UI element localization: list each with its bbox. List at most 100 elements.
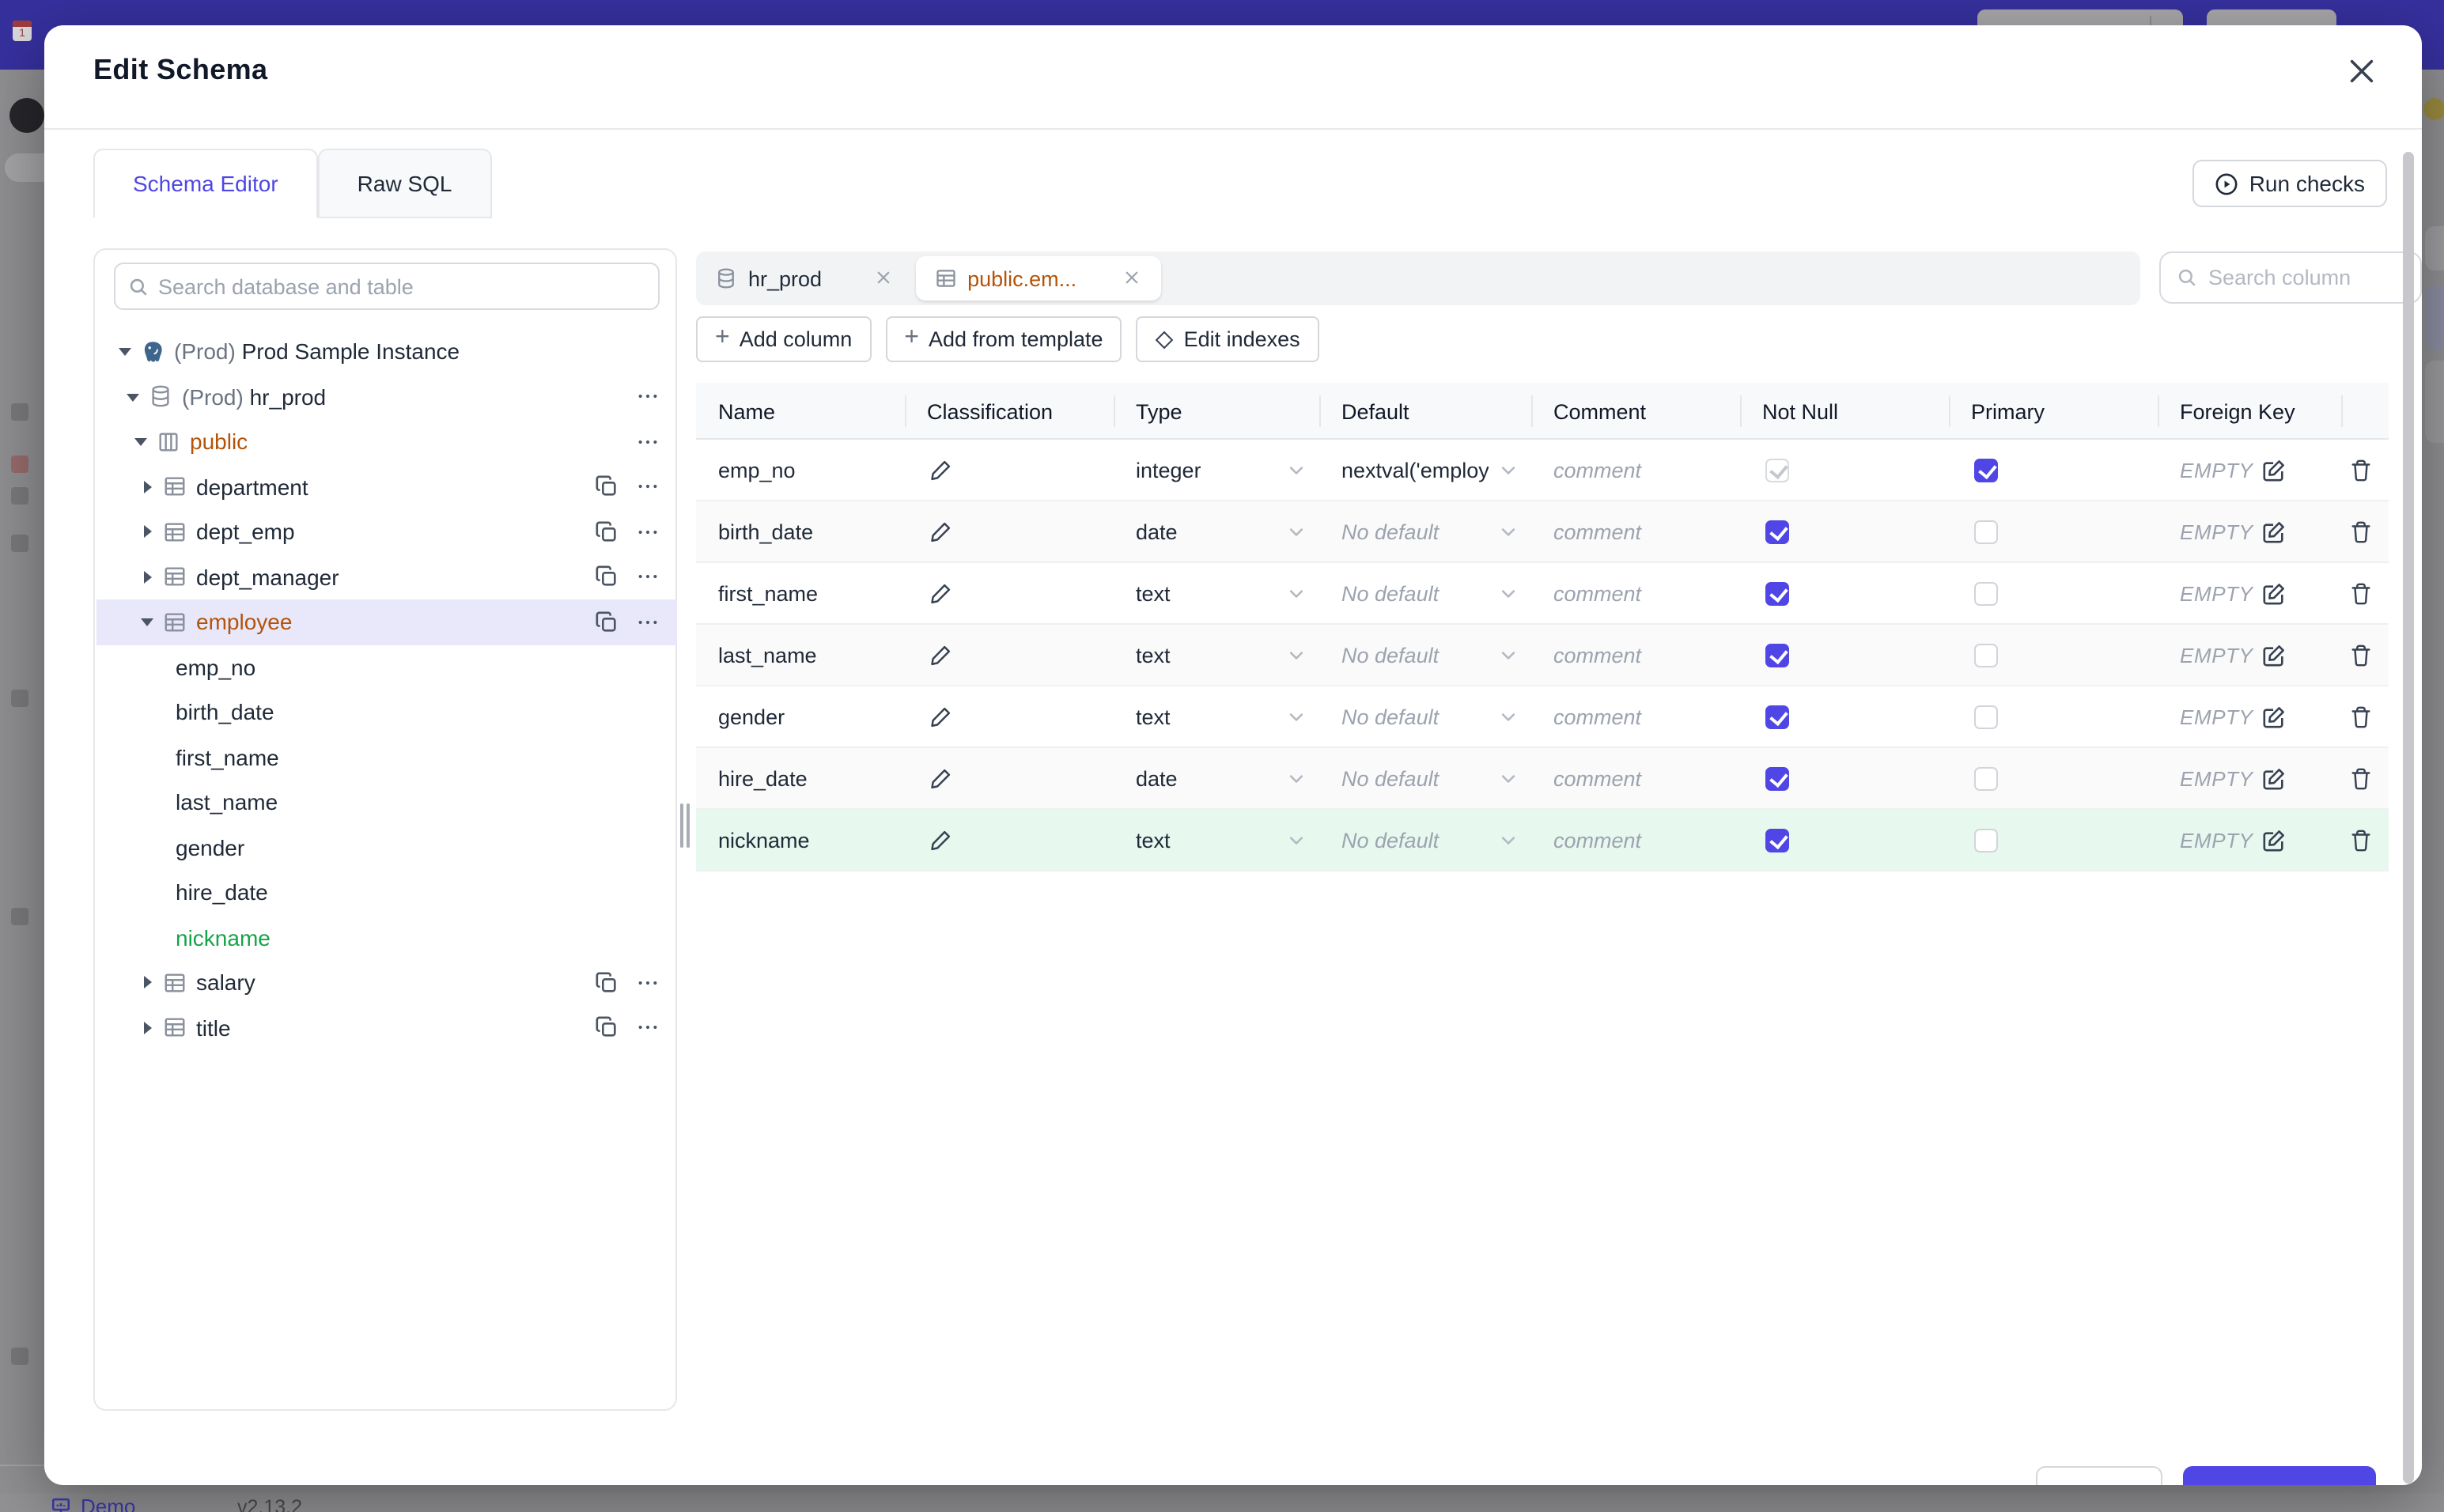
tree-item-salary[interactable]: salary: [96, 960, 677, 1005]
close-tab-icon[interactable]: [1122, 269, 1141, 288]
copy-icon[interactable]: [592, 473, 620, 501]
copy-icon[interactable]: [592, 518, 620, 546]
tree-item-gender[interactable]: gender: [96, 825, 677, 870]
tree-item-dept_manager[interactable]: dept_manager: [96, 554, 677, 599]
tree-item-title[interactable]: title: [96, 1005, 677, 1050]
expand-caret-icon[interactable]: [138, 568, 157, 587]
pencil-icon[interactable]: [927, 704, 952, 729]
add-column-button[interactable]: + Add column: [696, 316, 872, 362]
panel-resize-handle[interactable]: [680, 803, 691, 848]
default-select[interactable]: No default: [1319, 766, 1531, 790]
dialog-scrollbar[interactable]: [2403, 152, 2414, 1484]
run-checks-button[interactable]: Run checks: [2192, 160, 2387, 207]
collapse-caret-icon[interactable]: [123, 387, 142, 406]
tree-item-prod-sample-instance[interactable]: (Prod) Prod Sample Instance: [96, 329, 677, 374]
type-select[interactable]: text: [1114, 643, 1319, 667]
tree-item-dept_emp[interactable]: dept_emp: [96, 509, 677, 554]
copy-icon[interactable]: [592, 969, 620, 997]
tree-search-input[interactable]: [158, 274, 645, 298]
collapse-caret-icon[interactable]: [138, 613, 157, 632]
delete-column-icon[interactable]: [2348, 457, 2373, 482]
not-null-checkbox[interactable]: [1765, 828, 1789, 852]
primary-checkbox[interactable]: [1974, 643, 1998, 667]
more-icon[interactable]: [633, 1014, 661, 1042]
demo-link[interactable]: Demo: [51, 1495, 135, 1512]
not-null-checkbox[interactable]: [1765, 705, 1789, 728]
pencil-icon[interactable]: [927, 642, 952, 667]
not-null-checkbox[interactable]: [1765, 766, 1789, 790]
pencil-icon[interactable]: [927, 519, 952, 544]
edit-indexes-button[interactable]: Edit indexes: [1136, 316, 1319, 362]
comment-input[interactable]: comment: [1531, 581, 1740, 605]
tree-search[interactable]: [114, 263, 660, 310]
type-select[interactable]: text: [1114, 705, 1319, 728]
column-name-cell[interactable]: gender: [696, 705, 905, 728]
pencil-icon[interactable]: [927, 580, 952, 606]
comment-input[interactable]: comment: [1531, 643, 1740, 667]
not-null-checkbox[interactable]: [1765, 643, 1789, 667]
edit-foreign-key-icon[interactable]: [2261, 457, 2287, 482]
tab-chip-hr-prod[interactable]: hr_prod: [696, 251, 912, 305]
tree-item-public[interactable]: public: [96, 419, 677, 464]
more-icon[interactable]: [633, 563, 661, 592]
more-icon[interactable]: [633, 473, 661, 501]
tree-item-department[interactable]: department: [96, 464, 677, 509]
close-icon[interactable]: [2348, 57, 2382, 92]
preview-issue-button[interactable]: Preview issue: [2182, 1466, 2376, 1485]
more-icon[interactable]: [633, 383, 661, 411]
tree-item-hire_date[interactable]: hire_date: [96, 870, 677, 915]
primary-checkbox[interactable]: [1974, 581, 1998, 605]
edit-foreign-key-icon[interactable]: [2261, 704, 2287, 729]
delete-column-icon[interactable]: [2348, 704, 2373, 729]
primary-checkbox[interactable]: [1974, 705, 1998, 728]
tree-item-emp_no[interactable]: emp_no: [96, 644, 677, 690]
comment-input[interactable]: comment: [1531, 828, 1740, 852]
edit-foreign-key-icon[interactable]: [2261, 519, 2287, 544]
primary-checkbox[interactable]: [1974, 828, 1998, 852]
edit-foreign-key-icon[interactable]: [2261, 580, 2287, 606]
tree-item-birth_date[interactable]: birth_date: [96, 690, 677, 735]
default-select[interactable]: No default: [1319, 643, 1531, 667]
tab-raw-sql[interactable]: Raw SQL: [317, 149, 492, 218]
close-tab-icon[interactable]: [874, 269, 893, 288]
column-name-cell[interactable]: first_name: [696, 581, 905, 605]
column-name-cell[interactable]: last_name: [696, 643, 905, 667]
expand-caret-icon[interactable]: [138, 973, 157, 992]
primary-checkbox[interactable]: [1974, 766, 1998, 790]
tab-schema-editor[interactable]: Schema Editor: [93, 149, 318, 218]
copy-icon[interactable]: [592, 608, 620, 637]
cancel-button[interactable]: Cancel: [2036, 1466, 2162, 1485]
not-null-checkbox[interactable]: [1765, 520, 1789, 543]
default-select[interactable]: No default: [1319, 705, 1531, 728]
type-select[interactable]: text: [1114, 828, 1319, 852]
tree-item-last_name[interactable]: last_name: [96, 780, 677, 825]
not-null-checkbox[interactable]: [1765, 581, 1789, 605]
copy-icon[interactable]: [592, 563, 620, 592]
column-name-cell[interactable]: hire_date: [696, 766, 905, 790]
more-icon[interactable]: [633, 969, 661, 997]
edit-foreign-key-icon[interactable]: [2261, 765, 2287, 791]
delete-column-icon[interactable]: [2348, 580, 2373, 606]
tab-chip-public-employee[interactable]: public.em...: [915, 256, 1161, 301]
delete-column-icon[interactable]: [2348, 765, 2373, 791]
type-select[interactable]: integer: [1114, 458, 1319, 482]
expand-caret-icon[interactable]: [138, 478, 157, 497]
default-select[interactable]: nextval('employ: [1319, 458, 1531, 482]
collapse-caret-icon[interactable]: [131, 433, 150, 452]
more-icon[interactable]: [633, 428, 661, 456]
type-select[interactable]: date: [1114, 766, 1319, 790]
expand-caret-icon[interactable]: [138, 1019, 157, 1038]
collapse-caret-icon[interactable]: [115, 342, 134, 361]
tree-item-first_name[interactable]: first_name: [96, 735, 677, 780]
pencil-icon[interactable]: [927, 765, 952, 791]
comment-input[interactable]: comment: [1531, 520, 1740, 543]
copy-icon[interactable]: [592, 1014, 620, 1042]
pencil-icon[interactable]: [927, 827, 952, 852]
type-select[interactable]: date: [1114, 520, 1319, 543]
comment-input[interactable]: comment: [1531, 766, 1740, 790]
tree-item-employee[interactable]: employee: [96, 599, 677, 644]
expand-caret-icon[interactable]: [138, 523, 157, 542]
pencil-icon[interactable]: [927, 457, 952, 482]
tree-item-nickname[interactable]: nickname: [96, 915, 677, 960]
primary-checkbox[interactable]: [1974, 520, 1998, 543]
